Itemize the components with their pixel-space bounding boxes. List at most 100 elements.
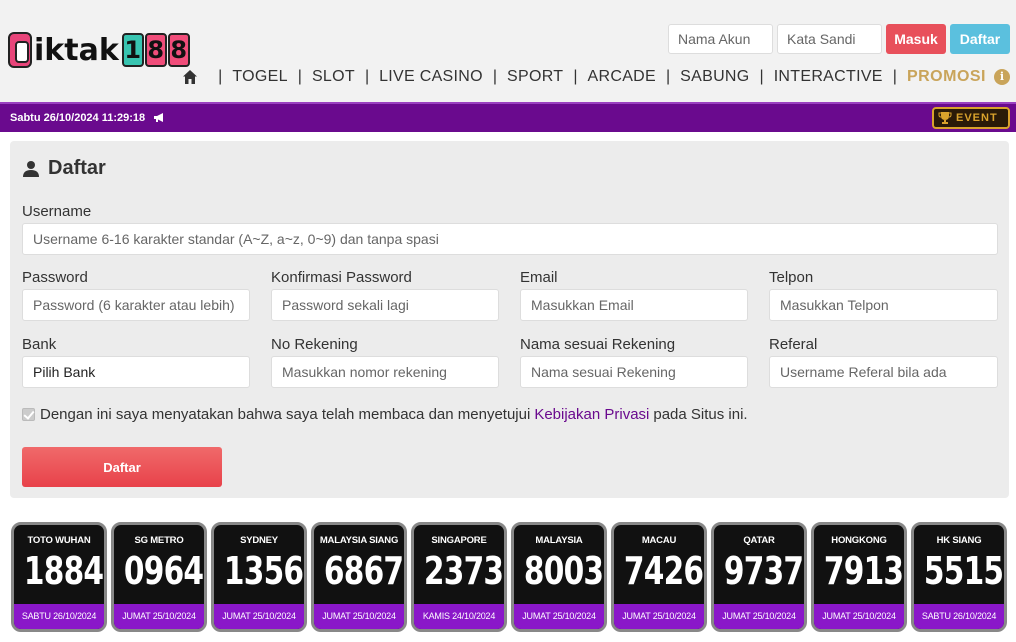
nav-item-promosi[interactable]: PROMOSI bbox=[907, 68, 986, 86]
result-card[interactable]: QATAR 9737 JUMAT 25/10/2024 bbox=[711, 522, 807, 632]
agreement-text: Dengan ini saya menyatakan bahwa saya te… bbox=[40, 406, 531, 423]
site-logo[interactable]: iktak 188 bbox=[8, 28, 190, 72]
confirm-password-input[interactable] bbox=[271, 289, 499, 321]
result-market: SG METRO bbox=[134, 535, 184, 546]
nav-separator: | bbox=[892, 68, 897, 85]
result-market: HK SIANG bbox=[936, 535, 982, 546]
result-card[interactable]: HONGKONG 7913 JUMAT 25/10/2024 bbox=[811, 522, 907, 632]
result-market: MALAYSIA bbox=[535, 535, 583, 546]
login-button[interactable]: Masuk bbox=[886, 24, 946, 54]
nav-separator: | bbox=[218, 68, 223, 85]
password-label: Password bbox=[22, 269, 88, 286]
nav-separator: | bbox=[492, 68, 498, 85]
result-card[interactable]: SINGAPORE 2373 KAMIS 24/10/2024 bbox=[411, 522, 507, 632]
confirm-password-label: Konfirmasi Password bbox=[271, 269, 412, 286]
trophy-icon bbox=[938, 112, 952, 124]
email-input[interactable] bbox=[520, 289, 748, 321]
result-card[interactable]: MACAU 7426 JUMAT 25/10/2024 bbox=[611, 522, 707, 632]
result-date: SABTU 26/10/2024 bbox=[14, 604, 104, 629]
register-panel: Daftar Username Password Konfirmasi Pass… bbox=[10, 141, 1009, 498]
bank-label: Bank bbox=[22, 336, 57, 353]
referral-label: Referal bbox=[769, 336, 818, 353]
username-input[interactable] bbox=[22, 223, 998, 255]
result-date: SABTU 26/10/2024 bbox=[914, 604, 1004, 629]
event-label: EVENT bbox=[956, 112, 998, 124]
account-number-input[interactable] bbox=[271, 356, 499, 388]
result-number: 2373 bbox=[423, 549, 504, 593]
password-input[interactable] bbox=[22, 289, 250, 321]
page-bottom bbox=[0, 634, 1016, 642]
nav-separator: | bbox=[573, 68, 578, 85]
main-nav: | TOGEL | SLOT | LIVE CASINO | SPORT | A… bbox=[182, 68, 1010, 86]
agreement-row: Dengan ini saya menyatakan bahwa saya te… bbox=[22, 406, 748, 423]
result-card[interactable]: MALAYSIA SIANG 6867 JUMAT 25/10/2024 bbox=[311, 522, 407, 632]
result-market: SYDNEY bbox=[240, 535, 278, 546]
username-login-input[interactable] bbox=[668, 24, 773, 54]
nav-separator: | bbox=[297, 68, 302, 85]
result-date: JUMAT 25/10/2024 bbox=[714, 604, 804, 629]
agreement-checkbox[interactable] bbox=[22, 408, 35, 421]
nav-item-togel[interactable]: TOGEL bbox=[232, 68, 287, 86]
result-market: MACAU bbox=[641, 535, 677, 546]
account-name-input[interactable] bbox=[520, 356, 748, 388]
result-card[interactable]: SYDNEY 1356 JUMAT 25/10/2024 bbox=[211, 522, 307, 632]
result-number: 7913 bbox=[823, 549, 904, 593]
result-date: JUMAT 25/10/2024 bbox=[514, 604, 604, 629]
username-label: Username bbox=[22, 203, 92, 220]
nav-separator: | bbox=[364, 68, 370, 85]
megaphone-icon[interactable] bbox=[153, 112, 165, 123]
nav-separator: | bbox=[759, 68, 764, 85]
nav-separator: | bbox=[666, 68, 671, 85]
result-date: JUMAT 25/10/2024 bbox=[214, 604, 304, 629]
result-number: 1884 bbox=[23, 549, 104, 593]
result-number: 5515 bbox=[923, 549, 1004, 593]
user-icon bbox=[23, 161, 39, 177]
result-market: QATAR bbox=[743, 535, 775, 546]
result-number: 6867 bbox=[323, 549, 404, 593]
event-button[interactable]: EVENT bbox=[932, 107, 1010, 129]
result-card[interactable]: HK SIANG 5515 SABTU 26/10/2024 bbox=[911, 522, 1007, 632]
result-market: TOTO WUHAN bbox=[27, 535, 91, 546]
site-header: iktak 188 Masuk Daftar | TOGEL | SLOT | … bbox=[0, 0, 1016, 102]
result-date: JUMAT 25/10/2024 bbox=[114, 604, 204, 629]
nav-item-sabung[interactable]: SABUNG bbox=[680, 68, 749, 86]
privacy-policy-link[interactable]: Kebijakan Privasi bbox=[534, 406, 649, 423]
login-form: Masuk Daftar bbox=[668, 24, 1010, 54]
result-date: JUMAT 25/10/2024 bbox=[614, 604, 704, 629]
nav-item-arcade[interactable]: ARCADE bbox=[588, 68, 656, 86]
result-number: 1356 bbox=[223, 549, 304, 593]
register-submit-button[interactable]: Daftar bbox=[22, 447, 222, 487]
result-market: SINGAPORE bbox=[431, 535, 487, 546]
home-icon[interactable] bbox=[182, 69, 198, 85]
result-market: HONGKONG bbox=[831, 535, 887, 546]
referral-input[interactable] bbox=[769, 356, 998, 388]
register-top-button[interactable]: Daftar bbox=[950, 24, 1010, 54]
agreement-text-end: pada Situs ini. bbox=[653, 406, 748, 423]
nav-item-interactive[interactable]: INTERACTIVE bbox=[774, 68, 883, 86]
account-number-label: No Rekening bbox=[271, 336, 358, 353]
result-date: JUMAT 25/10/2024 bbox=[814, 604, 904, 629]
logo-badge bbox=[8, 32, 32, 68]
phone-input[interactable] bbox=[769, 289, 998, 321]
result-number: 0964 bbox=[123, 549, 204, 593]
result-date: KAMIS 24/10/2024 bbox=[414, 604, 504, 629]
result-number: 7426 bbox=[623, 549, 704, 593]
nav-item-sport[interactable]: SPORT bbox=[507, 68, 563, 86]
result-number: 8003 bbox=[523, 549, 604, 593]
email-label: Email bbox=[520, 269, 558, 286]
result-card[interactable]: MALAYSIA 8003 JUMAT 25/10/2024 bbox=[511, 522, 607, 632]
bank-select[interactable]: Pilih Bank bbox=[22, 356, 250, 388]
nav-item-live-casino[interactable]: LIVE CASINO bbox=[379, 68, 483, 86]
current-datetime: Sabtu 26/10/2024 11:29:18 bbox=[10, 112, 146, 124]
logo-numbers: 188 bbox=[121, 33, 190, 67]
account-name-label: Nama sesuai Rekening bbox=[520, 336, 676, 353]
lottery-results: TOTO WUHAN 1884 SABTU 26/10/2024 SG METRO 09… bbox=[11, 522, 1007, 642]
result-date: JUMAT 25/10/2024 bbox=[314, 604, 404, 629]
date-bar: Sabtu 26/10/2024 11:29:18 EVENT bbox=[0, 102, 1016, 132]
result-card[interactable]: SG METRO 0964 JUMAT 25/10/2024 bbox=[111, 522, 207, 632]
result-card[interactable]: TOTO WUHAN 1884 SABTU 26/10/2024 bbox=[11, 522, 107, 632]
info-icon[interactable]: i bbox=[994, 69, 1010, 85]
form-title: Daftar bbox=[23, 157, 106, 180]
password-login-input[interactable] bbox=[777, 24, 882, 54]
nav-item-slot[interactable]: SLOT bbox=[312, 68, 355, 86]
